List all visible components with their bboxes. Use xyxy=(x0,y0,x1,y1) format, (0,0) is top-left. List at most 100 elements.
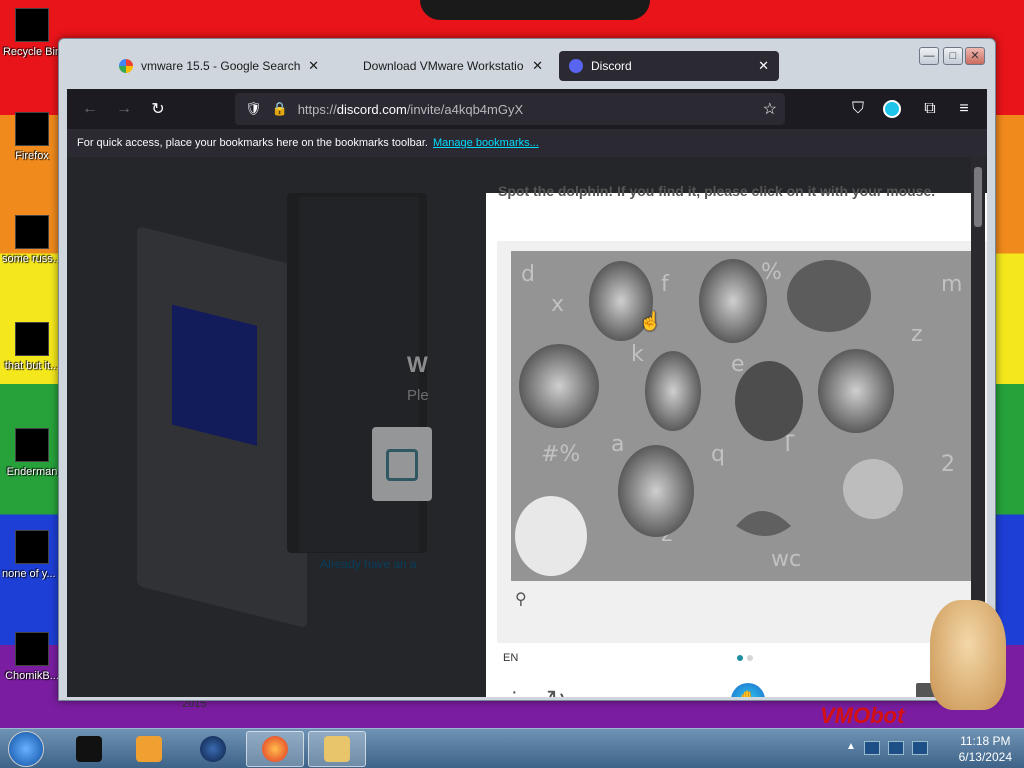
account-icon[interactable] xyxy=(883,100,901,118)
svg-text:x: x xyxy=(551,292,564,317)
window-close-button[interactable]: ✕ xyxy=(965,47,985,65)
tab-vmware-download[interactable]: Download VMware Workstation ✕ xyxy=(353,51,553,81)
wallpaper-text: VMObot xyxy=(820,703,905,728)
url-domain: discord.com xyxy=(336,101,407,117)
bookmarks-message: For quick access, place your bookmarks h… xyxy=(77,137,428,149)
date: 6/13/2024 xyxy=(958,750,1012,764)
network-icon[interactable] xyxy=(887,741,904,755)
lock-icon: 🔒 xyxy=(271,101,288,116)
taskbar-app-explorer[interactable] xyxy=(308,731,366,767)
app-icon xyxy=(15,530,49,564)
svg-text:f: f xyxy=(661,272,670,297)
captcha-panel: dxf %mz key #%aq Tfž wc2b xyxy=(497,241,987,643)
app-icon xyxy=(15,8,49,42)
svg-text:%: % xyxy=(761,260,782,285)
url-scheme: https:// xyxy=(297,101,337,117)
tab-strip: vmware 15.5 - Google Search ✕ Download V… xyxy=(59,39,995,89)
svg-text:d: d xyxy=(521,262,535,287)
desktop-icon[interactable]: Enderman xyxy=(2,428,62,478)
desktop-icon[interactable]: some russ... ran a ra... xyxy=(2,215,62,265)
google-icon xyxy=(119,59,133,73)
desktop-icon-label: some russ... ran a ra... xyxy=(2,253,62,265)
bookmarks-toolbar: For quick access, place your bookmarks h… xyxy=(67,129,987,157)
url-bar[interactable]: 🛡 🔒 https://discord.com/invite/a4kqb4mGy… xyxy=(235,93,785,125)
captcha-challenge: Spot the dolphin! If you find it, please… xyxy=(486,183,987,697)
taskbar: ▲ 11:18 PM 6/13/2024 xyxy=(0,728,1024,768)
desktop-icon-label: that but it... xyxy=(4,360,60,372)
star-icon[interactable]: ☆ xyxy=(763,99,777,119)
tray-icon[interactable] xyxy=(863,741,880,755)
taskbar-app-cmd[interactable] xyxy=(60,731,118,767)
tab-discord[interactable]: Discord ✕ xyxy=(559,51,779,81)
taskbar-app-globe[interactable] xyxy=(184,731,242,767)
chevron-up-icon[interactable]: ▲ xyxy=(846,741,856,755)
taskbar-app-media[interactable] xyxy=(120,731,178,767)
minimize-button[interactable]: — xyxy=(919,47,939,65)
close-icon[interactable]: ✕ xyxy=(758,58,769,74)
nav-bar: ← → ↻ 🛡 🔒 https://discord.com/invite/a4k… xyxy=(67,89,987,129)
app-icon xyxy=(15,322,49,356)
desktop-icon[interactable]: none of y... retards kn... xyxy=(2,530,62,580)
more-options-icon[interactable]: ··· xyxy=(511,682,518,697)
hamster-illustration xyxy=(930,600,1006,710)
svg-text:wc: wc xyxy=(771,547,801,572)
language-selector[interactable]: EN xyxy=(503,652,518,664)
taskbar-app-firefox[interactable] xyxy=(246,731,304,767)
hcaptcha-logo-icon[interactable]: ✋ xyxy=(731,683,765,697)
captcha-prompt: Spot the dolphin! If you find it, please… xyxy=(498,183,936,199)
discord-icon xyxy=(569,59,583,73)
back-icon[interactable]: ← xyxy=(73,100,107,118)
app-icon xyxy=(15,428,49,462)
forward-icon[interactable]: → xyxy=(107,100,141,118)
system-tray: ▲ xyxy=(846,741,928,755)
reload-icon[interactable]: ↻ xyxy=(141,99,175,119)
extensions-icon[interactable]: ⧉ xyxy=(913,100,947,118)
maximize-button[interactable]: □ xyxy=(943,47,963,65)
shield-icon[interactable]: 🛡 xyxy=(245,101,262,117)
tab-title: Download VMware Workstation xyxy=(363,59,525,73)
svg-text:q: q xyxy=(711,442,725,467)
refresh-icon[interactable]: ↻ xyxy=(546,685,566,697)
svg-text:k: k xyxy=(631,342,644,367)
app-icon xyxy=(15,632,49,666)
svg-text:a: a xyxy=(611,432,624,457)
close-icon[interactable]: ✕ xyxy=(532,58,543,74)
page-dot xyxy=(747,655,753,661)
desktop-icon[interactable]: Firefox xyxy=(2,112,62,162)
desktop-icon[interactable]: Recycle Bin xyxy=(2,8,62,58)
desktop-icon-label: Firefox xyxy=(15,150,49,162)
browser-window: vmware 15.5 - Google Search ✕ Download V… xyxy=(58,38,996,701)
svg-text:2: 2 xyxy=(941,452,955,477)
time: 11:18 PM xyxy=(960,734,1011,748)
desktop-icon[interactable]: that but it... xyxy=(2,322,62,372)
desktop-icon-label: none of y... retards kn... xyxy=(2,568,62,580)
desktop-icon[interactable]: ChomikB... xyxy=(2,632,62,682)
close-icon[interactable]: ✕ xyxy=(308,58,319,74)
cursor-icon: ☝ xyxy=(639,311,662,331)
page-dots xyxy=(737,655,753,661)
tab-google-search[interactable]: vmware 15.5 - Google Search ✕ xyxy=(109,51,329,81)
tab-title: Discord xyxy=(591,59,632,73)
clock[interactable]: 11:18 PM 6/13/2024 xyxy=(959,733,1012,765)
tab-title: vmware 15.5 - Google Search xyxy=(141,59,301,73)
svg-text:e: e xyxy=(731,352,745,377)
svg-text:m: m xyxy=(941,272,962,297)
start-button[interactable] xyxy=(8,731,44,767)
menu-icon[interactable]: ≡ xyxy=(947,100,981,118)
desktop-icon-label: ChomikB... xyxy=(5,670,59,682)
svg-text:z: z xyxy=(911,322,923,347)
pocket-icon[interactable]: ⛉ xyxy=(841,100,875,118)
url-path: /invite/a4kqb4mGyX xyxy=(406,101,524,117)
svg-text:#%: #% xyxy=(541,442,580,467)
app-icon xyxy=(15,112,49,146)
captcha-image[interactable]: dxf %mz key #%aq Tfž wc2b xyxy=(511,251,983,581)
volume-icon[interactable] xyxy=(911,741,928,755)
page-content: W Ple Already have an a Spot the dolphin… xyxy=(67,157,987,697)
page-dot-active xyxy=(737,655,743,661)
desktop-icon-label: Recycle Bin xyxy=(2,46,62,58)
search-icon[interactable]: ⚲ xyxy=(515,589,527,609)
desktop-icon-label: Enderman xyxy=(6,466,58,478)
app-icon xyxy=(15,215,49,249)
top-decoration xyxy=(420,0,650,20)
manage-bookmarks-link[interactable]: Manage bookmarks... xyxy=(433,137,539,149)
